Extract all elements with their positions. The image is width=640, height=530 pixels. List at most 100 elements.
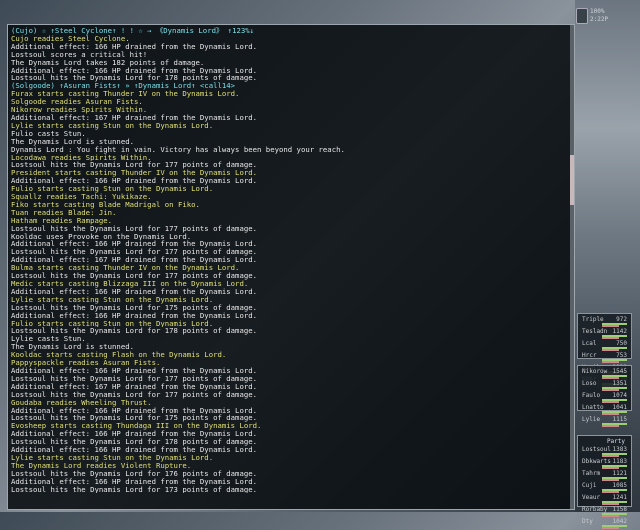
party-member[interactable]: Lcal 750	[580, 340, 629, 352]
mp-bar	[602, 389, 619, 391]
mp-bar	[602, 349, 619, 351]
party-member[interactable]: Tesladn 1142	[580, 328, 629, 340]
chat-line: Fulio casts Stun.	[11, 129, 86, 138]
party-member-name: Veaur	[582, 494, 601, 501]
chat-line: Lylie starts casting Stun on the Dynamis…	[11, 295, 214, 304]
chat-line: Additional effect: 166 HP drained from t…	[11, 177, 258, 186]
chat-line: Dynamis Lord : You fight in vain. Victor…	[11, 145, 345, 154]
chat-line: Bulma starts casting Thunder IV on the D…	[11, 264, 240, 273]
party-member-name: Cuji	[582, 482, 597, 489]
party-member-name: Lnatto	[582, 404, 604, 411]
mp-bar	[602, 325, 619, 327]
party-member-name: Lylie	[582, 416, 601, 423]
party-member[interactable]: Veaur 1241	[580, 494, 629, 506]
status-line1: 2:22P	[590, 16, 609, 23]
chat-line: The Dynamis Lord readies Violent Rupture…	[11, 461, 192, 470]
status-text: 100% 2:22P	[590, 8, 608, 24]
party-list-2: Nikorow 1545 Loso 1351 Faulo 1074 Lnatto 1041 Ly…	[577, 365, 632, 427]
chat-line: President starts casting Thunder IV on t…	[11, 169, 258, 178]
party-member[interactable]: Tahrm 1121	[580, 470, 629, 482]
chat-line: Additional effect: 166 HP drained from t…	[11, 446, 258, 454]
chat-line: Lylie starts casting Stun on the Dynamis…	[11, 453, 214, 462]
party-header: Party	[606, 438, 625, 445]
mp-bar	[602, 455, 619, 457]
chat-line: Lostsoul hits the Dynamis Lord for 178 p…	[11, 327, 258, 336]
mp-bar	[602, 413, 619, 415]
party-member-name: Dty	[582, 518, 593, 525]
chat-line: Lostsoul hits the Dynamis Lord for 177 p…	[11, 224, 258, 233]
chat-line: Squallz readies Tachi: Yukikaze.	[11, 193, 152, 201]
party-member[interactable]: Loso 1351	[580, 380, 629, 392]
chat-log-window[interactable]: (Cujo) ☆ ↑Steel Cyclone↑ ! ! ☆ → 《Dynami…	[7, 24, 575, 510]
chat-line: Pappyspackle readies Asuran Fists.	[11, 359, 161, 367]
chat-line: The Dynamis Lord takes 182 points of dam…	[11, 58, 205, 67]
party-member-hp: 750	[616, 340, 627, 347]
party-member[interactable]: Rorbaby 1158	[580, 506, 629, 518]
party-member-hp: 1085	[612, 482, 627, 489]
chat-line: Lostsoul hits the Dynamis Lord for 177 p…	[11, 374, 258, 383]
mp-bar	[602, 527, 619, 529]
party-member[interactable]: Dbkwarts 1183	[580, 458, 629, 470]
party-member-hp: 1383	[612, 446, 627, 453]
chat-scrollbar[interactable]	[570, 25, 574, 509]
party-member-name: Dbkwarts	[582, 458, 611, 465]
chat-line: (Solgoode) ↑Asuran Fists↑ » ↑Dynamis Lor…	[11, 82, 236, 91]
party-member[interactable]: Cuji 1085	[580, 482, 629, 494]
chat-line: Lostsoul hits the Dynamis Lord for 177 p…	[11, 248, 258, 257]
chat-line: Lylie starts casting Stun on the Dynamis…	[11, 121, 214, 130]
chat-line: Medic starts casting Blizzaga III on the…	[11, 280, 249, 288]
chat-line: Locodawa readies Spirits Within.	[11, 153, 152, 162]
chat-lines: (Cujo) ☆ ↑Steel Cyclone↑ ! ! ☆ → 《Dynami…	[8, 25, 574, 493]
chat-line: Solgoode readies Asuran Fists.	[11, 98, 143, 107]
party-member-hp: 1241	[612, 494, 627, 501]
chat-line: Lostsoul hits the Dynamis Lord for 178 p…	[11, 74, 258, 83]
mp-bar	[602, 361, 619, 363]
mp-bar	[602, 479, 619, 481]
chat-line: Lostsoul hits the Dynamis Lord for 178 p…	[11, 438, 258, 447]
chat-line: Lostsoul hits the Dynamis Lord for 175 p…	[11, 414, 258, 423]
party-member-hp: 972	[616, 316, 627, 323]
party-member-hp: 1042	[612, 518, 627, 525]
chat-line: Additional effect: 167 HP drained from t…	[11, 113, 258, 122]
status-indicator: 100% 2:22P	[576, 6, 634, 28]
party2-members: Nikorow 1545 Loso 1351 Faulo 1074 Lnatto 1041 Ly…	[580, 368, 629, 428]
party-member-name: Tahrm	[582, 470, 601, 477]
party-member-hp: 1121	[612, 470, 627, 477]
chat-line: Nikorow readies Spirits Within.	[11, 106, 148, 114]
chat-line: (Cujo) ☆ ↑Steel Cyclone↑ ! ! ☆ → 《Dynami…	[11, 27, 255, 35]
mp-bar	[602, 337, 619, 339]
party-member[interactable]: Lnatto 1041	[580, 404, 629, 416]
party-member-hp: 1351	[612, 380, 627, 387]
chat-line: The Dynamis Lord is stunned.	[11, 137, 135, 146]
chat-line: Furax starts casting Thunder IV on the D…	[11, 90, 240, 99]
chat-line: Additional effect: 166 HP drained from t…	[11, 366, 258, 375]
party-member[interactable]: Lostsoul 1383	[580, 446, 629, 458]
chat-line: Lostsoul hits the Dynamis Lord for 176 p…	[11, 469, 258, 478]
party-member-hp: 1041	[612, 404, 627, 411]
party-member[interactable]: Triple 972	[580, 316, 629, 328]
party-member-hp: 1074	[612, 392, 627, 399]
chat-scroll-thumb[interactable]	[570, 155, 574, 205]
chat-line: Lostsoul hits the Dynamis Lord for 177 p…	[11, 161, 258, 170]
party-list-main: Party Lostsoul 1383 Dbkwarts 1183 Tahrm 1121 C…	[577, 435, 632, 529]
chat-line: Additional effect: 167 HP drained from t…	[11, 256, 258, 265]
chat-line: Lostsoul hits the Dynamis Lord for 175 p…	[11, 303, 258, 312]
chat-line: Fiko starts casting Blade Madrigal on Fi…	[11, 200, 200, 209]
chat-line: Hatham readies Rampage.	[11, 216, 113, 225]
mp-bar	[602, 425, 619, 427]
chat-line: Goudaba readies Wheeling Thrust.	[11, 398, 152, 407]
party-member-hp: 753	[616, 352, 627, 359]
chat-line: The Dynamis Lord is stunned.	[11, 343, 135, 352]
chat-line: Kooldac starts casting Flash on the Dyna…	[11, 351, 227, 360]
party-member[interactable]: Hrcr 753	[580, 352, 629, 364]
party-member[interactable]: Nikorow 1545	[580, 368, 629, 380]
party-member[interactable]: Lylie 1115	[580, 416, 629, 428]
mp-bar	[602, 491, 619, 493]
chat-line: Additional effect: 166 HP drained from t…	[11, 66, 258, 75]
party-member[interactable]: Faulo 1074	[580, 392, 629, 404]
chat-line: Additional effect: 166 HP drained from t…	[11, 311, 258, 320]
party-member-hp: 1545	[612, 368, 627, 375]
chat-line: Additional effect: 166 HP drained from t…	[11, 430, 258, 439]
party-member-name: Lcal	[582, 340, 597, 347]
party-member[interactable]: Dty 1042	[580, 518, 629, 530]
